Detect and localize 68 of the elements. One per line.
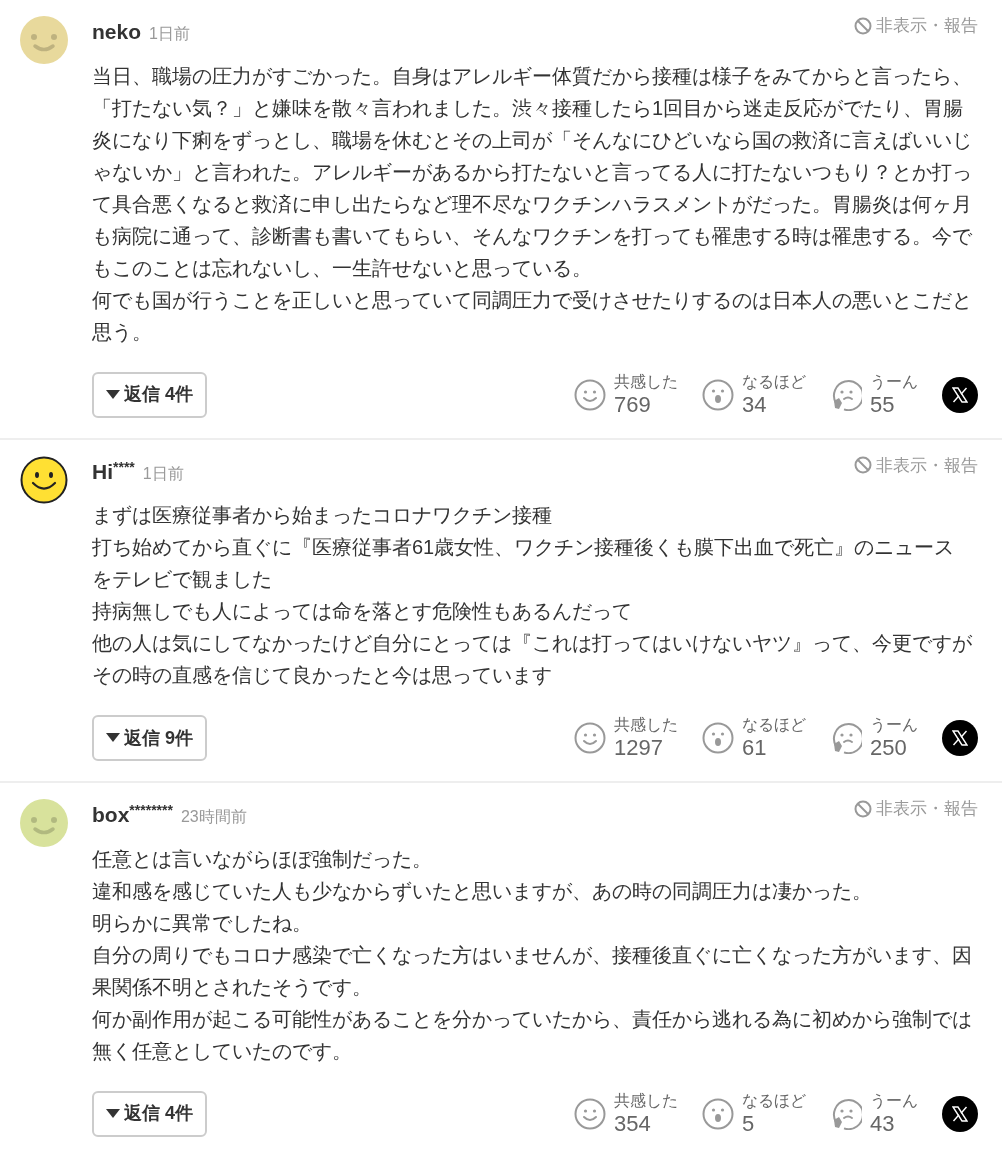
reaction-count: 250 <box>870 737 907 759</box>
comment-text: 当日、職場の圧力がすごかった。自身はアレルギー体質だから接種は様子をみてからと言ったら、「打たない気？」と嫌味を散々言われました。渋々接種したら1回目から迷走反応がでたり、胃腸炎になり下痢をずっとし、職場を休むとその上司が「そんなにひどいなら国の救済に言えばいいじゃないか」と言われた。アレルギーがあるから打たないと言ってる人に打たないつもり？とか打って具合悪くなると救済に申し出たらなど理不尽なワクチンハラスメントがだった。胃腸炎は何ヶ月も病院に通って、診断書も書いてもらい、そんなワクチンを打っても罹患する時は罹患する。今でもこのことは忘れないし、一生許せないと思っている。 <box>92 63 972 281</box>
surprised-face-icon <box>702 722 734 754</box>
x-logo-icon <box>952 730 968 746</box>
comment-text: 任意とは言いながらほぼ強制だった。 <box>92 846 433 872</box>
surprised-face-icon <box>702 378 734 411</box>
comment-text: 何か副作用が起こる可能性があることを分かっていたから、責任から逃れる為に初めから強制では無く任意としていたのです。 <box>92 1006 972 1064</box>
thinking-face-icon <box>830 1097 862 1130</box>
comment-text: まずは医療従事者から始まったコロナワクチン接種 <box>92 503 553 528</box>
reaction-count: 769 <box>614 393 651 416</box>
caret-icon <box>106 1108 120 1119</box>
reaction-button[interactable]: うーん 250 <box>830 717 918 759</box>
reaction-count: 61 <box>742 737 767 759</box>
x-logo-icon <box>952 386 968 403</box>
comment-text: 打ち始めてから直ぐに『医療従事者61歳女性、ワクチン接種後くも膜下出血で死亡』のニュースをテレビで観ました <box>92 535 956 592</box>
replies-button[interactable]: 返信 4件 <box>92 371 207 418</box>
reaction-label: 共感した <box>614 717 678 733</box>
reaction-button[interactable]: なるほど 34 <box>702 373 806 416</box>
smile-icon <box>574 1097 606 1130</box>
prohibited-icon <box>854 799 872 818</box>
thinking-face-icon <box>830 378 862 411</box>
reaction-button[interactable]: 共感した 1297 <box>574 717 678 759</box>
comment-text: 自分の周りでもコロナ感染で亡くなった方はいませんが、接種後直ぐに亡くなった方がいます、因果関係不明とされたそうです。 <box>92 942 972 1000</box>
replies-button[interactable]: 返信 4件 <box>92 1090 207 1137</box>
reaction-label: うーん <box>870 373 918 390</box>
prohibited-icon <box>854 16 872 35</box>
reaction-label: うーん <box>870 717 918 733</box>
reaction-count: 5 <box>742 1112 755 1135</box>
author-name: box$^{********}$ <box>92 801 173 828</box>
smile-icon <box>574 378 606 411</box>
reaction-label: なるほど <box>742 1092 806 1109</box>
reaction-label: うーん <box>870 1092 918 1109</box>
reaction-count: 354 <box>614 1112 651 1135</box>
comment-text: 持病無しでも人によっては命を落とす危険性もあるんだって <box>92 599 633 624</box>
reaction-label: なるほど <box>742 717 806 733</box>
x-share-button[interactable] <box>942 720 978 756</box>
reaction-count: 55 <box>870 393 895 416</box>
x-share-button[interactable] <box>942 1095 978 1132</box>
reaction-button[interactable]: なるほど 5 <box>702 1092 806 1135</box>
smile-icon <box>574 722 606 754</box>
surprised-face-icon <box>702 1097 734 1130</box>
reaction-label: なるほど <box>742 373 806 390</box>
post-time: 1日前 <box>149 24 190 44</box>
comment-text: 他の人は気にしてなかったけど自分にとっては『これは打ってはいけないヤツ』って、今更ですがその時の直感を信じて良かったと今は思っています <box>92 631 972 688</box>
reaction-count: 43 <box>870 1112 895 1135</box>
comment-text: 何でも国が行うことを正しいと思っていて同調圧力で受けさせたりするのは日本人の悪いとこだと思う。 <box>92 287 972 345</box>
post-time: 23時間前 <box>180 807 247 827</box>
reaction-button[interactable]: うーん 55 <box>830 373 918 416</box>
author-name: Hi$^{****}$ <box>92 457 135 485</box>
reaction-count: 1297 <box>614 737 663 759</box>
replies-button[interactable]: 返信 9件 <box>92 715 207 761</box>
comment-text: 明らかに異常でしたね。 <box>92 910 313 936</box>
author-name: neko <box>92 19 141 45</box>
reaction-count: 34 <box>742 393 767 416</box>
post-time: 1日前 <box>142 463 184 484</box>
reaction-button[interactable]: 共感した 769 <box>574 373 678 416</box>
reaction-label: 共感した <box>614 373 678 390</box>
reaction-button[interactable]: 共感した 354 <box>574 1092 678 1135</box>
reaction-label: 共感した <box>614 1092 678 1109</box>
reaction-button[interactable]: うーん 43 <box>830 1092 918 1135</box>
thinking-face-icon <box>830 722 862 754</box>
x-logo-icon <box>952 1105 968 1122</box>
comment-text: 違和感を感じていた人も少なからずいたと思いますが、あの時の同調圧力は凄かった。 <box>92 878 873 904</box>
prohibited-icon <box>854 456 872 475</box>
caret-icon <box>106 733 120 743</box>
caret-icon <box>106 389 120 400</box>
reaction-button[interactable]: なるほど 61 <box>702 717 806 759</box>
x-share-button[interactable] <box>942 376 978 413</box>
